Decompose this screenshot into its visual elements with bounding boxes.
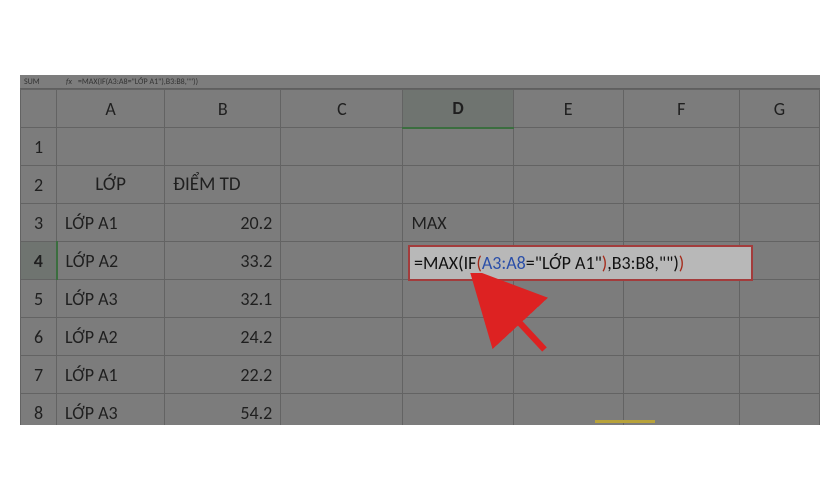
cell-D6[interactable] bbox=[403, 318, 513, 356]
row-header-6[interactable]: 6 bbox=[21, 318, 57, 356]
formula-seg-6: ,B3:B8,"" bbox=[607, 252, 673, 274]
cell-C8[interactable] bbox=[281, 394, 403, 426]
cell-E3[interactable] bbox=[513, 204, 623, 242]
row-header-3[interactable]: 3 bbox=[21, 204, 57, 242]
row-header-7[interactable]: 7 bbox=[21, 356, 57, 394]
cell-C2[interactable] bbox=[281, 166, 403, 204]
col-header-G[interactable]: G bbox=[739, 90, 819, 128]
cell-F2[interactable] bbox=[623, 166, 739, 204]
cell-G1[interactable] bbox=[739, 128, 819, 166]
formula-seg-3: A3:A8 bbox=[482, 252, 526, 274]
cell-D2[interactable] bbox=[403, 166, 513, 204]
highlight-bar bbox=[595, 420, 655, 423]
cell-F6[interactable] bbox=[623, 318, 739, 356]
cell-C4[interactable] bbox=[281, 242, 403, 280]
cell-C6[interactable] bbox=[281, 318, 403, 356]
formula-seg-1: =MAX(IF bbox=[414, 252, 476, 274]
cell-F3[interactable] bbox=[623, 204, 739, 242]
col-header-F[interactable]: F bbox=[623, 90, 739, 128]
cell-D7[interactable] bbox=[403, 356, 513, 394]
cell-G2[interactable] bbox=[739, 166, 819, 204]
cell-G5[interactable] bbox=[739, 280, 819, 318]
cell-B1[interactable] bbox=[165, 128, 281, 166]
cell-A2[interactable]: LỚP bbox=[57, 166, 165, 204]
cell-G7[interactable] bbox=[739, 356, 819, 394]
cell-B6[interactable]: 24.2 bbox=[165, 318, 281, 356]
excel-window: SUM fx =MAX(IF(A3:A8="LỚP A1"),B3:B8,"")… bbox=[20, 75, 820, 425]
cell-A5[interactable]: LỚP A3 bbox=[57, 280, 165, 318]
cell-D5[interactable] bbox=[403, 280, 513, 318]
cell-A3[interactable]: LỚP A1 bbox=[57, 204, 165, 242]
formula-overlay[interactable]: =MAX(IF ( A3:A8 ="LỚP A1" ) ,B3:B8,"" ) … bbox=[408, 245, 753, 281]
row-header-5[interactable]: 5 bbox=[21, 280, 57, 318]
formula-bar-text[interactable]: =MAX(IF(A3:A8="LỚP A1"),B3:B8,"")) bbox=[78, 77, 198, 87]
formula-seg-8: ) bbox=[679, 252, 684, 274]
cell-F1[interactable] bbox=[623, 128, 739, 166]
col-header-E[interactable]: E bbox=[513, 90, 623, 128]
select-all-corner[interactable] bbox=[21, 90, 57, 128]
cell-D1[interactable] bbox=[403, 128, 513, 166]
fx-icon[interactable]: fx bbox=[60, 77, 78, 87]
cell-C3[interactable] bbox=[281, 204, 403, 242]
cell-C7[interactable] bbox=[281, 356, 403, 394]
cell-D3[interactable]: MAX bbox=[403, 204, 513, 242]
row-header-1[interactable]: 1 bbox=[21, 128, 57, 166]
cell-A4[interactable]: LỚP A2 bbox=[57, 242, 165, 280]
formula-seg-4: ="LỚP A1" bbox=[526, 252, 602, 274]
cell-B8[interactable]: 54.2 bbox=[165, 394, 281, 426]
cell-A1[interactable] bbox=[57, 128, 165, 166]
formula-bar[interactable]: SUM fx =MAX(IF(A3:A8="LỚP A1"),B3:B8,"")… bbox=[20, 75, 820, 89]
row-header-2[interactable]: 2 bbox=[21, 166, 57, 204]
cell-A6[interactable]: LỚP A2 bbox=[57, 318, 165, 356]
cell-G8[interactable] bbox=[739, 394, 819, 426]
cell-E2[interactable] bbox=[513, 166, 623, 204]
cell-B2[interactable]: ĐIỂM TD bbox=[165, 166, 281, 204]
cell-C1[interactable] bbox=[281, 128, 403, 166]
cell-F7[interactable] bbox=[623, 356, 739, 394]
cell-A8[interactable]: LỚP A3 bbox=[57, 394, 165, 426]
cell-D8[interactable] bbox=[403, 394, 513, 426]
cell-E5[interactable] bbox=[513, 280, 623, 318]
cell-E1[interactable] bbox=[513, 128, 623, 166]
cell-E7[interactable] bbox=[513, 356, 623, 394]
cell-B5[interactable]: 32.1 bbox=[165, 280, 281, 318]
name-box[interactable]: SUM bbox=[20, 77, 60, 87]
column-header-row: A B C D E F G bbox=[21, 90, 820, 128]
col-header-D[interactable]: D bbox=[403, 90, 513, 128]
cell-E6[interactable] bbox=[513, 318, 623, 356]
cell-F5[interactable] bbox=[623, 280, 739, 318]
row-header-4[interactable]: 4 bbox=[21, 242, 57, 280]
cell-G3[interactable] bbox=[739, 204, 819, 242]
row-header-8[interactable]: 8 bbox=[21, 394, 57, 426]
cell-B4[interactable]: 33.2 bbox=[165, 242, 281, 280]
col-header-A[interactable]: A bbox=[57, 90, 165, 128]
col-header-C[interactable]: C bbox=[281, 90, 403, 128]
cell-A7[interactable]: LỚP A1 bbox=[57, 356, 165, 394]
col-header-B[interactable]: B bbox=[165, 90, 281, 128]
cell-G6[interactable] bbox=[739, 318, 819, 356]
cell-B7[interactable]: 22.2 bbox=[165, 356, 281, 394]
cell-B3[interactable]: 20.2 bbox=[165, 204, 281, 242]
cell-C5[interactable] bbox=[281, 280, 403, 318]
